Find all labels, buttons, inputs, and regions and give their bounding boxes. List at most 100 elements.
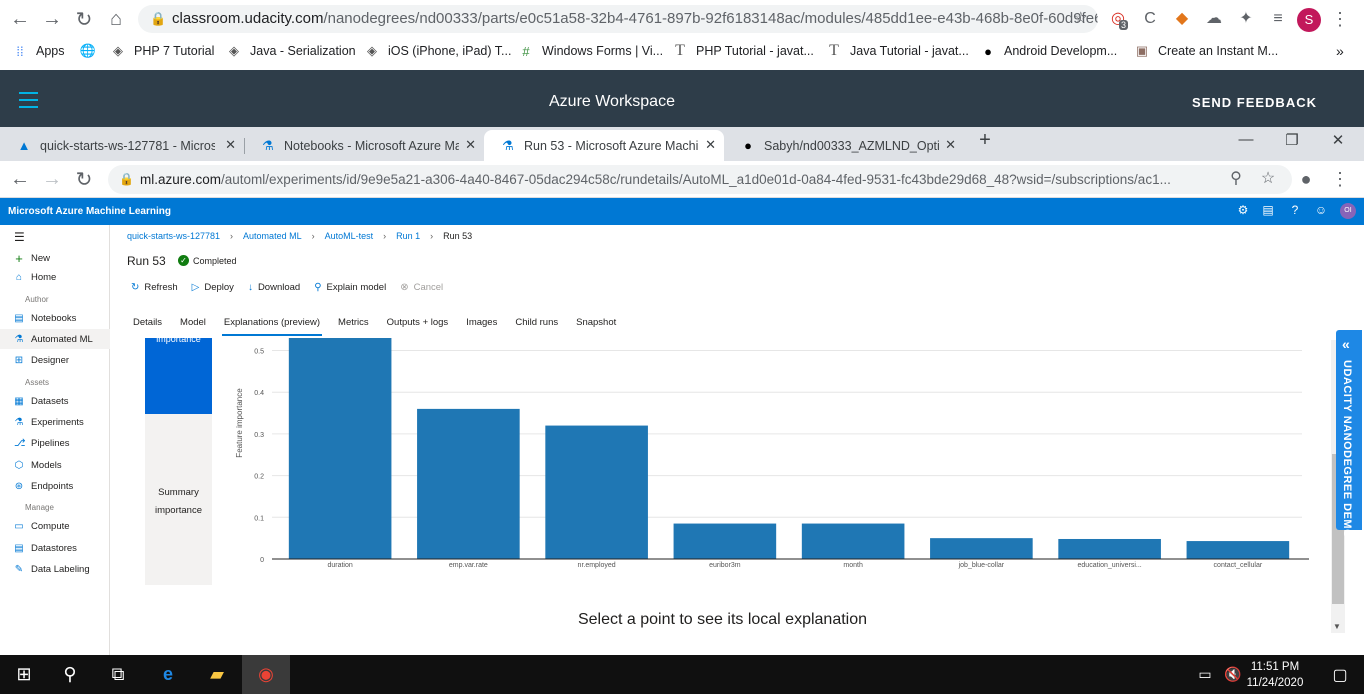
bookmark-winforms[interactable]: # Windows Forms | Vi... [518,43,663,59]
restore-icon[interactable]: ❐ [1272,131,1312,149]
sidebar-item-pipelines[interactable]: ⎇ Pipelines [14,438,70,449]
bookmark-php-tutorial[interactable]: T PHP Tutorial - javat... [672,42,814,59]
bookmark-star-icon[interactable]: ☆ [1258,169,1278,189]
tab-snapshot[interactable]: Snapshot [576,317,616,336]
tab-notebooks[interactable]: ⚗ Notebooks - Microsoft Azure Ma ✕ [244,130,484,161]
sidebar-item-notebooks[interactable]: ▤ Notebooks [14,313,76,324]
zoom-search-icon[interactable]: ⚲ [1226,169,1246,189]
account-icon[interactable]: ● [1296,169,1316,189]
sidebar-item-datasets[interactable]: ▦ Datasets [14,396,68,407]
breadcrumb-workspace[interactable]: quick-starts-ws-127781 [127,231,220,241]
reload-icon[interactable]: ↻ [68,161,100,198]
extension-c-icon[interactable]: C [1140,9,1160,29]
user-avatar[interactable]: OI [1340,203,1356,219]
bar[interactable] [801,523,905,559]
tab-run-53[interactable]: ⚗ Run 53 - Microsoft Azure Machin ✕ [484,130,724,161]
tab-quick-starts[interactable]: ▲ quick-starts-ws-127781 - Microso ✕ [0,130,244,161]
breadcrumb-experiment[interactable]: AutoML-test [325,231,374,241]
extensions-puzzle-icon[interactable]: ✦ [1236,9,1256,29]
bar[interactable] [288,338,392,559]
collapse-nav-icon[interactable]: ☰ [14,230,25,244]
forward-icon[interactable]: → [36,0,68,38]
task-view-icon[interactable]: ⧉ [94,655,142,694]
sidebar-item-new[interactable]: + New [14,251,50,266]
download-button[interactable]: ↓ Download [248,282,300,293]
profile-avatar[interactable]: S [1297,8,1321,32]
bar[interactable] [1058,538,1161,559]
home-icon[interactable]: ⌂ [100,0,132,38]
sidebar-item-compute[interactable]: ▭ Compute [14,521,69,532]
bookmark-create-instant[interactable]: ▣ Create an Instant M... [1134,43,1278,59]
network-icon[interactable]: ▭ [1190,655,1220,694]
scroll-down-icon[interactable]: ▼ [1333,622,1341,631]
bar[interactable] [545,425,648,559]
sidebar-item-data-labeling[interactable]: ✎ Data Labeling [14,564,90,575]
sidebar-item-experiments[interactable]: ⚗ Experiments [14,417,84,428]
udacity-demo-tab[interactable]: « UDACITY NANODEGREE DEMO [1336,330,1362,538]
bookmark-android[interactable]: ● Android Developm... [980,43,1117,59]
tab-outputs-logs[interactable]: Outputs + logs [387,317,449,336]
refresh-button[interactable]: ↻ Refresh [131,282,178,293]
aggregate-importance-option[interactable]: importance [145,334,212,414]
windows-start-icon[interactable]: ⊞ [0,655,48,694]
sidebar-item-datastores[interactable]: ▤ Datastores [14,543,77,554]
sidebar-item-endpoints[interactable]: ⊛ Endpoints [14,481,73,492]
chrome-icon[interactable]: ◉ [242,655,290,694]
bar[interactable] [673,523,777,559]
new-tab-icon[interactable]: + [965,129,1005,152]
close-tab-icon[interactable]: ✕ [705,137,716,153]
more-bookmarks-icon[interactable]: » [1336,43,1344,59]
bookmark-apps[interactable]: ⁞⁞ Apps [12,43,64,59]
metamask-icon[interactable]: ◆ [1172,9,1192,29]
deploy-button[interactable]: ▷ Deploy [192,282,234,293]
explain-model-button[interactable]: ⚲ Explain model [314,282,386,293]
close-tab-icon[interactable]: ✕ [945,137,956,153]
tab-child-runs[interactable]: Child runs [515,317,558,336]
bookmark-java-tutorial[interactable]: T Java Tutorial - javat... [826,42,969,59]
bar[interactable] [1186,541,1290,559]
forward-icon[interactable]: → [36,161,68,198]
reading-list-icon[interactable]: ≡ [1268,9,1288,29]
bookmark-java-serialization[interactable]: ◈ Java - Serialization [226,43,356,59]
sidebar-item-designer[interactable]: ⊞ Designer [14,355,69,366]
taskbar-clock[interactable]: 11:51 PM 11/24/2020 [1245,659,1305,691]
bookmark-php7[interactable]: ◈ PHP 7 Tutorial [110,43,214,59]
settings-gear-icon[interactable]: ⚙ [1235,203,1251,217]
feedback-smiley-icon[interactable]: ☺ [1313,203,1329,217]
tab-metrics[interactable]: Metrics [338,317,369,336]
menu-kebab-icon[interactable]: ⋮ [1330,169,1350,189]
notifications-icon[interactable]: ▤ [1260,203,1276,217]
menu-kebab-icon[interactable]: ⋮ [1330,9,1350,29]
back-icon[interactable]: ← [4,0,36,38]
outer-url-field[interactable]: 🔒 classroom.udacity.com/nanodegrees/nd00… [138,5,1098,33]
send-feedback-button[interactable]: SEND FEEDBACK [1192,95,1317,110]
close-tab-icon[interactable]: ✕ [465,137,476,153]
extension-cloud-icon[interactable]: ☁ [1204,9,1224,29]
summary-importance-option[interactable]: Summary importance [145,484,212,520]
bar[interactable] [417,408,520,559]
tab-explanations[interactable]: Explanations (preview) [221,317,323,336]
bookmark-globe[interactable]: 🌐 [80,43,96,59]
bar[interactable] [930,538,1033,559]
breadcrumb-automl[interactable]: Automated ML [243,231,302,241]
minimize-icon[interactable]: — [1226,131,1266,148]
internet-explorer-icon[interactable]: e [144,655,192,694]
action-center-icon[interactable]: ▢ [1316,655,1364,694]
close-tab-icon[interactable]: ✕ [225,137,236,153]
bookmark-ios[interactable]: ◈ iOS (iPhone, iPad) T... [364,43,511,59]
sidebar-item-automated-ml[interactable]: ⚗ Automated ML [0,329,110,349]
file-explorer-icon[interactable]: ▰ [193,655,241,694]
bookmark-star-icon[interactable]: ☆ [1074,5,1088,33]
cancel-button[interactable]: ⊗ Cancel [400,282,443,293]
back-icon[interactable]: ← [4,161,36,198]
tab-images[interactable]: Images [466,317,497,336]
reload-icon[interactable]: ↻ [68,0,100,38]
tab-github[interactable]: ● Sabyh/nd00333_AZMLND_Optim ✕ [724,130,964,161]
inner-url-field[interactable]: 🔒 ml.azure.com/automl/experiments/id/9e9… [108,165,1292,194]
help-icon[interactable]: ? [1287,203,1303,217]
sidebar-item-models[interactable]: ⬡ Models [14,460,62,471]
volume-muted-icon[interactable]: 🔇 [1218,655,1248,694]
breadcrumb-run-1[interactable]: Run 1 [396,231,420,241]
close-window-icon[interactable]: ✕ [1318,131,1358,149]
sidebar-item-home[interactable]: ⌂ Home [14,272,56,283]
